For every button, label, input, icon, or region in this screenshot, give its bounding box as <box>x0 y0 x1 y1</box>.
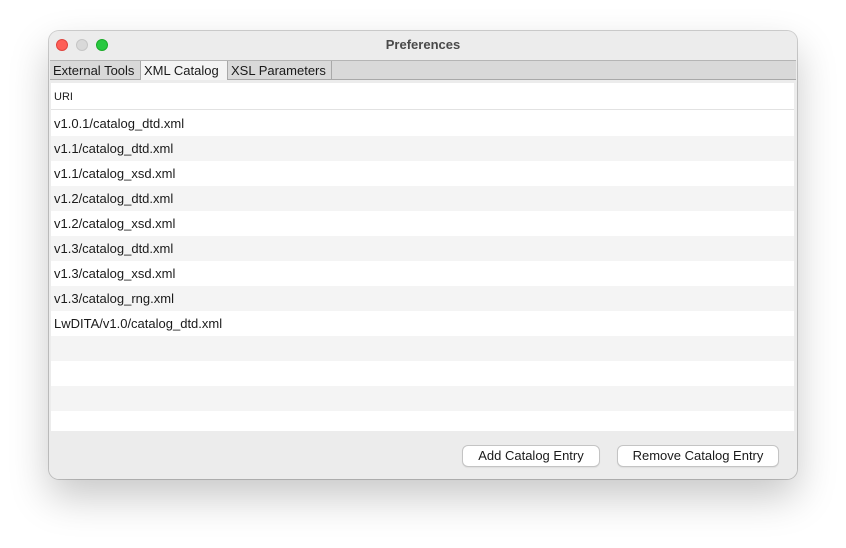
table-row[interactable]: LwDITA/v1.0/catalog_dtd.xml <box>51 311 794 336</box>
empty-table-row <box>51 361 794 386</box>
empty-table-row <box>51 386 794 411</box>
table-row[interactable]: v1.0.1/catalog_dtd.xml <box>51 111 794 136</box>
table-row[interactable]: v1.2/catalog_dtd.xml <box>51 186 794 211</box>
table-row[interactable]: v1.1/catalog_xsd.xml <box>51 161 794 186</box>
zoom-window-button[interactable] <box>96 39 108 51</box>
preferences-window: Preferences External Tools XML Catalog X… <box>49 31 797 479</box>
table-row[interactable]: v1.3/catalog_dtd.xml <box>51 236 794 261</box>
table-row[interactable]: v1.1/catalog_dtd.xml <box>51 136 794 161</box>
button-bar: Add Catalog Entry Remove Catalog Entry <box>49 431 797 479</box>
table-body: v1.0.1/catalog_dtd.xml v1.1/catalog_dtd.… <box>51 111 794 436</box>
remove-catalog-entry-button[interactable]: Remove Catalog Entry <box>617 445 779 467</box>
table-header[interactable]: URI <box>51 83 794 110</box>
empty-table-row <box>51 336 794 361</box>
title-bar[interactable]: Preferences <box>49 31 797 59</box>
table-row[interactable]: v1.3/catalog_xsd.xml <box>51 261 794 286</box>
window-title: Preferences <box>385 37 461 52</box>
tab-external-tools[interactable]: External Tools <box>50 61 141 80</box>
tab-xml-catalog[interactable]: XML Catalog <box>141 61 228 80</box>
minimize-window-button[interactable] <box>76 39 88 51</box>
catalog-table: URI v1.0.1/catalog_dtd.xml v1.1/catalog_… <box>51 83 794 436</box>
close-window-button[interactable] <box>56 39 68 51</box>
add-catalog-entry-button[interactable]: Add Catalog Entry <box>462 445 600 467</box>
tab-xsl-parameters[interactable]: XSL Parameters <box>228 61 332 80</box>
column-header-uri[interactable]: URI <box>54 91 73 103</box>
table-row[interactable]: v1.2/catalog_xsd.xml <box>51 211 794 236</box>
table-row[interactable]: v1.3/catalog_rng.xml <box>51 286 794 311</box>
tab-bar: External Tools XML Catalog XSL Parameter… <box>50 60 796 80</box>
